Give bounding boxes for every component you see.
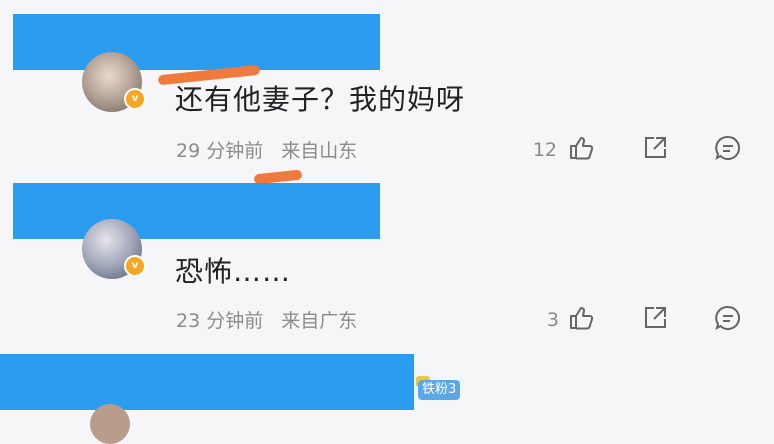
like-count: 12	[532, 139, 557, 161]
verified-badge-icon: v	[124, 88, 146, 110]
avatar[interactable]: v	[82, 219, 146, 279]
comment-time: 23 分钟前	[176, 310, 264, 332]
thumbs-up-icon[interactable]	[567, 304, 595, 332]
redacted-username	[13, 183, 380, 239]
verified-badge-icon: v	[124, 255, 146, 277]
redacted-username	[0, 354, 414, 410]
comment-meta: 29 分钟前 来自山东	[176, 136, 357, 163]
redacted-username	[13, 14, 380, 70]
comment-location: 来自广东	[281, 310, 358, 332]
comment-meta: 23 分钟前 来自广东	[176, 306, 357, 333]
like-count: 3	[546, 309, 559, 331]
avatar[interactable]	[90, 404, 130, 444]
share-icon[interactable]	[641, 134, 669, 162]
comment-text: 恐怖……	[175, 255, 292, 288]
reply-icon[interactable]	[714, 134, 742, 162]
comment-location: 来自山东	[281, 140, 358, 162]
fan-level-badge: 铁粉3	[418, 380, 461, 400]
avatar[interactable]: v	[82, 52, 146, 112]
reply-icon[interactable]	[714, 304, 742, 332]
thumbs-up-icon[interactable]	[567, 134, 595, 162]
comment-text: 还有他妻子？我的妈呀	[175, 83, 466, 116]
share-icon[interactable]	[641, 304, 669, 332]
comment-time: 29 分钟前	[176, 140, 264, 162]
